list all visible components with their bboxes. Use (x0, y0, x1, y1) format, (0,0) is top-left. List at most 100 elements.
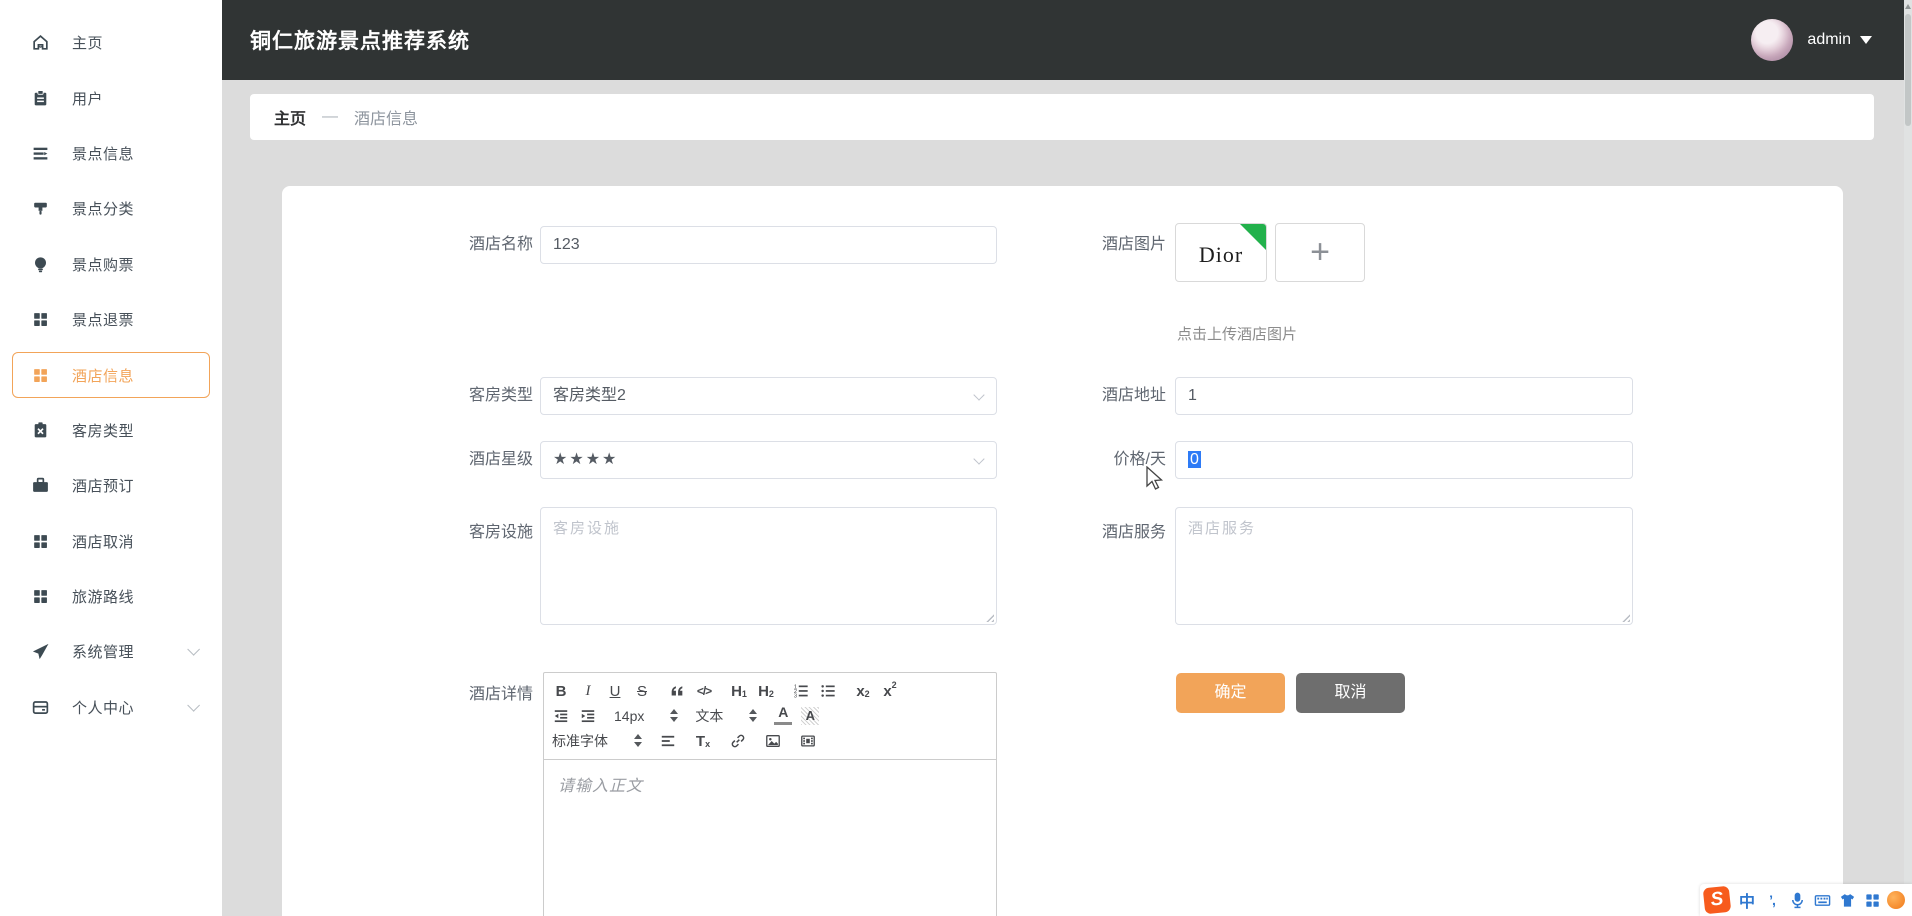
cancel-button[interactable]: 取消 (1296, 673, 1405, 713)
ime-cn-mode-icon[interactable]: 中 (1735, 888, 1759, 912)
hotel-service-textarea[interactable]: 酒店服务 (1175, 507, 1633, 625)
hotel-star-select[interactable]: ★★★★ (540, 441, 997, 479)
editor-superscript-button[interactable]: x2 (881, 680, 899, 701)
clipboard-x-icon (30, 420, 50, 440)
sidebar-item-hotel-info[interactable]: 酒店信息 (0, 347, 222, 402)
grid-icon (30, 531, 50, 551)
editor-header-1-button[interactable]: H1 (730, 680, 748, 701)
confirm-button[interactable]: 确定 (1176, 673, 1285, 713)
ime-sogou-logo-icon[interactable]: S (1703, 886, 1732, 915)
hotel-name-input[interactable]: 123 (540, 226, 997, 264)
sidebar-item-room-type[interactable]: 客房类型 (0, 403, 222, 458)
editor-color-button[interactable]: A (774, 707, 792, 725)
grid-icon (30, 310, 50, 330)
sidebar-item-spot-category[interactable]: 景点分类 (0, 181, 222, 236)
user-menu[interactable]: admin (1751, 19, 1872, 61)
list-icon (30, 143, 50, 163)
ime-skin-icon[interactable] (1835, 888, 1859, 912)
editor-size-select-icon[interactable]: 14px (614, 708, 678, 724)
editor-strike-button[interactable]: S (633, 680, 651, 701)
content-area: 主页 — 酒店信息 酒店名称 123 酒店图片 Dior + 点击上传酒店图片 … (222, 80, 1904, 916)
mouse-cursor (1146, 466, 1166, 492)
editor-content[interactable]: 请输入正文 (544, 760, 996, 808)
scrollbar-thumb[interactable] (1905, 14, 1911, 126)
room-type-select[interactable]: 客房类型2 (540, 377, 997, 415)
breadcrumb-current: 酒店信息 (354, 105, 418, 129)
editor-code-block-button[interactable]: </> (695, 680, 713, 701)
hotel-service-label: 酒店服务 (1016, 518, 1166, 542)
breadcrumb-home[interactable]: 主页 (274, 105, 306, 129)
chevron-down-icon (187, 643, 200, 656)
sidebar-item-label: 旅游路线 (72, 586, 134, 607)
ime-keyboard-icon[interactable] (1810, 888, 1834, 912)
editor-outdent-icon[interactable] (552, 705, 570, 726)
editor-video-icon[interactable] (799, 730, 817, 751)
rich-text-editor: BIUS </> H1 H2 123 x2 x2 14px 文本 AA 标准字体 Tx 请输入正文 (543, 672, 997, 916)
svg-text:3: 3 (794, 693, 797, 698)
chevron-down-icon (973, 453, 984, 464)
room-facilities-textarea[interactable]: 客房设施 (540, 507, 997, 625)
hotel-star-value: ★★★★ (553, 451, 618, 468)
scroll-up-arrow-icon[interactable] (1905, 4, 1911, 9)
editor-toolbar-group: 14px (614, 708, 678, 724)
editor-toolbar-group (799, 730, 817, 751)
editor-indent-icon[interactable] (579, 705, 597, 726)
briefcase-icon (30, 476, 50, 496)
username: admin (1807, 31, 1851, 49)
editor-link-icon[interactable] (729, 730, 747, 751)
editor-toolbar-group: </> (668, 680, 713, 701)
editor-font-select-icon[interactable]: 标准字体 (552, 731, 642, 751)
editor-blockquote-icon[interactable] (668, 680, 686, 701)
editor-toolbar-group (552, 705, 597, 726)
hotel-service-placeholder: 酒店服务 (1188, 520, 1256, 537)
topbar: 铜仁旅游景点推荐系统 admin (222, 0, 1904, 80)
editor-toolbar-group (659, 730, 677, 751)
hotel-name-value: 123 (553, 236, 580, 253)
sidebar-item-spot-info[interactable]: 景点信息 (0, 126, 222, 181)
hotel-address-value: 1 (1188, 387, 1197, 404)
sidebar-item-system-manage[interactable]: 系统管理 (0, 624, 222, 679)
hotel-address-input[interactable]: 1 (1175, 377, 1633, 415)
sidebar-item-spot-ticket[interactable]: 景点购票 (0, 237, 222, 292)
editor-header-2-button[interactable]: H2 (757, 680, 775, 701)
editor-list-bullet-icon[interactable] (819, 680, 837, 701)
editor-list-ordered-icon[interactable]: 123 (792, 680, 810, 701)
sidebar-item-hotel-cancel[interactable]: 酒店取消 (0, 514, 222, 569)
sidebar-item-home[interactable]: 主页 (0, 15, 222, 70)
hotel-name-label: 酒店名称 (383, 226, 533, 264)
editor-image-icon[interactable] (764, 730, 782, 751)
editor-header-select-icon[interactable]: 文本 (695, 706, 757, 726)
vertical-scrollbar[interactable] (1904, 0, 1912, 916)
avatar[interactable] (1751, 19, 1793, 61)
editor-subscript-button[interactable]: x2 (854, 680, 872, 701)
upload-image-button[interactable]: + (1275, 223, 1365, 282)
resize-handle[interactable] (984, 612, 994, 622)
hotel-image-label: 酒店图片 (1016, 226, 1166, 264)
sidebar: 主页用户景点信息景点分类景点购票景点退票酒店信息客房类型酒店预订酒店取消旅游路线… (0, 0, 222, 916)
sidebar-item-personal-center[interactable]: 个人中心 (0, 680, 222, 735)
sidebar-item-spot-refund[interactable]: 景点退票 (0, 292, 222, 347)
editor-toolbar: BIUS </> H1 H2 123 x2 x2 14px 文本 AA 标准字体 Tx (544, 673, 996, 760)
grid-icon (30, 587, 50, 607)
editor-toolbar-group (729, 730, 747, 751)
ime-mic-icon[interactable] (1785, 888, 1809, 912)
ime-apps-icon[interactable] (1860, 888, 1884, 912)
editor-underline-button[interactable]: U (606, 680, 624, 701)
room-facilities-label: 客房设施 (383, 518, 533, 542)
editor-italic-button[interactable]: I (579, 680, 597, 701)
resize-handle[interactable] (1620, 612, 1630, 622)
editor-toolbar-group: x2 x2 (854, 680, 899, 701)
editor-align-icon[interactable] (659, 730, 677, 751)
room-type-label: 客房类型 (383, 377, 533, 415)
ime-punctuation-icon[interactable]: ’, (1760, 888, 1784, 912)
grid-icon (30, 365, 50, 385)
sidebar-item-users[interactable]: 用户 (0, 70, 222, 125)
ime-emoji-icon[interactable] (1887, 891, 1905, 909)
editor-background-button[interactable]: A (801, 707, 819, 725)
sidebar-item-travel-route[interactable]: 旅游路线 (0, 569, 222, 624)
sidebar-item-hotel-booking[interactable]: 酒店预订 (0, 458, 222, 513)
price-per-day-input[interactable]: 0 (1175, 441, 1633, 479)
editor-clean-button[interactable]: Tx (694, 730, 712, 751)
hotel-image-thumbnail[interactable]: Dior (1175, 223, 1267, 282)
editor-bold-button[interactable]: B (552, 680, 570, 701)
